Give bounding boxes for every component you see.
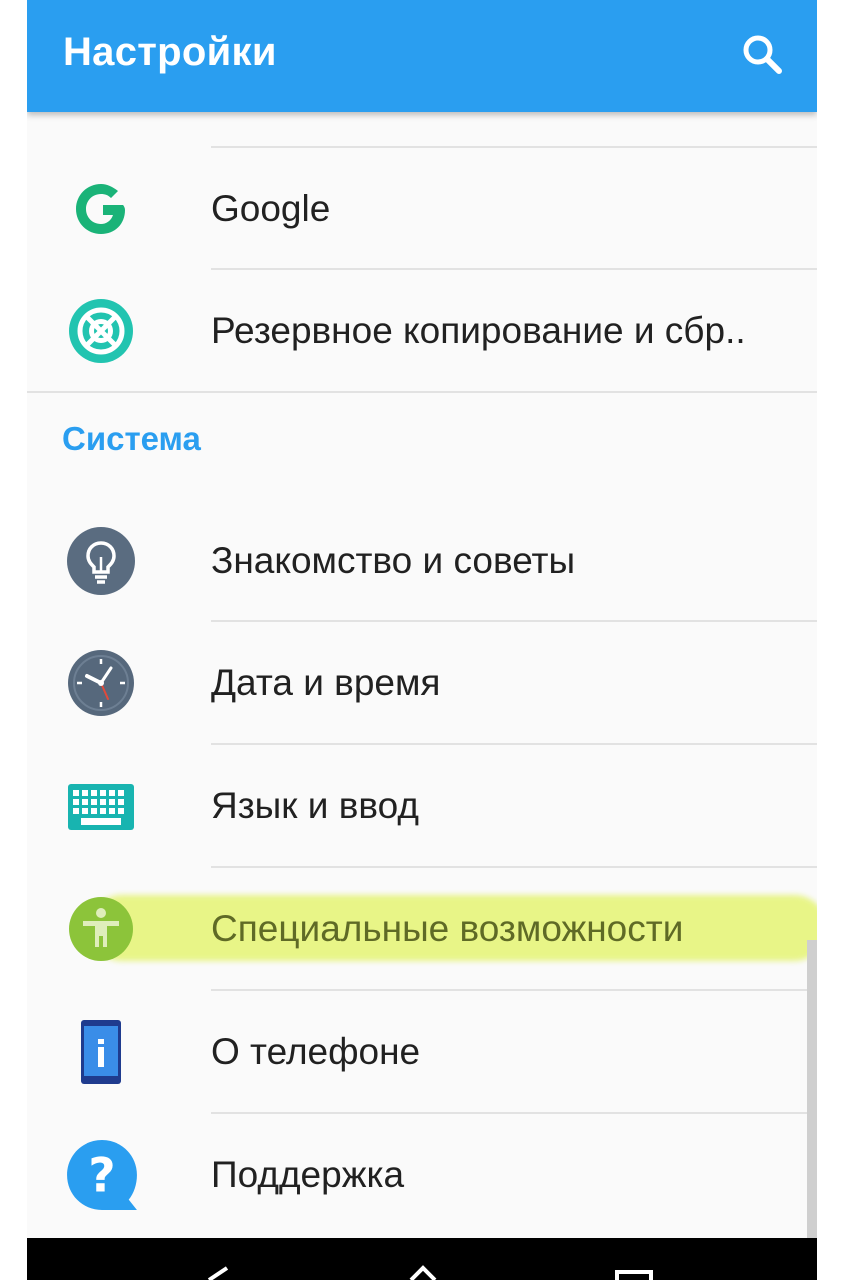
section-divider: [27, 391, 817, 393]
settings-item-backup[interactable]: Резервное копирование и сбр..: [27, 272, 817, 390]
divider: [211, 146, 817, 148]
home-icon: [409, 1265, 437, 1280]
divider: [211, 1112, 817, 1114]
recents-icon: [615, 1270, 653, 1280]
phone-info-icon: [81, 1020, 121, 1084]
recents-button[interactable]: [607, 1238, 667, 1280]
settings-item-label: Дата и время: [211, 662, 441, 703]
settings-item-label: Знакомство и советы: [211, 540, 576, 581]
back-button[interactable]: [187, 1238, 247, 1280]
settings-item-label: Поддержка: [211, 1154, 405, 1195]
settings-item-accessibility[interactable]: Специальные возможности: [27, 870, 817, 988]
settings-item-tips[interactable]: Знакомство и советы: [27, 502, 817, 620]
search-button[interactable]: [733, 26, 793, 86]
svg-text:?: ?: [88, 1148, 115, 1203]
clock-icon: [68, 650, 134, 716]
settings-item-support[interactable]: ? Поддержка: [27, 1116, 817, 1234]
divider: [211, 989, 817, 991]
settings-item-google[interactable]: Google: [27, 150, 817, 268]
settings-item-label: Язык и ввод: [211, 785, 419, 826]
page-title: Настройки: [63, 30, 277, 74]
system-navigation-bar: [27, 1238, 817, 1280]
lightbulb-icon: [67, 527, 135, 595]
divider: [211, 743, 817, 745]
search-icon: [743, 35, 782, 74]
google-icon: [76, 184, 125, 234]
settings-item-date-time[interactable]: Дата и время: [27, 624, 817, 742]
help-icon: ?: [67, 1140, 137, 1210]
settings-item-label: Google: [211, 188, 331, 229]
settings-item-label: Резервное копирование и сбр..: [211, 310, 746, 351]
divider: [211, 620, 817, 622]
settings-screen: Настройки Google Резервное копирование и…: [27, 0, 817, 1280]
divider: [211, 866, 817, 868]
app-bar: Настройки: [27, 0, 817, 112]
settings-item-label: Специальные возможности: [211, 908, 684, 949]
settings-item-label: О телефоне: [211, 1031, 421, 1072]
back-icon: [207, 1266, 229, 1280]
backup-reset-icon: [69, 299, 133, 363]
divider: [211, 268, 817, 270]
section-header-system: Система: [62, 420, 201, 457]
settings-item-language-input[interactable]: Язык и ввод: [27, 747, 817, 865]
scrollbar[interactable]: [807, 940, 817, 1240]
accessibility-icon: [69, 897, 133, 961]
settings-item-about-phone[interactable]: О телефоне: [27, 993, 817, 1111]
home-button[interactable]: [393, 1238, 453, 1280]
keyboard-icon: [68, 784, 134, 830]
